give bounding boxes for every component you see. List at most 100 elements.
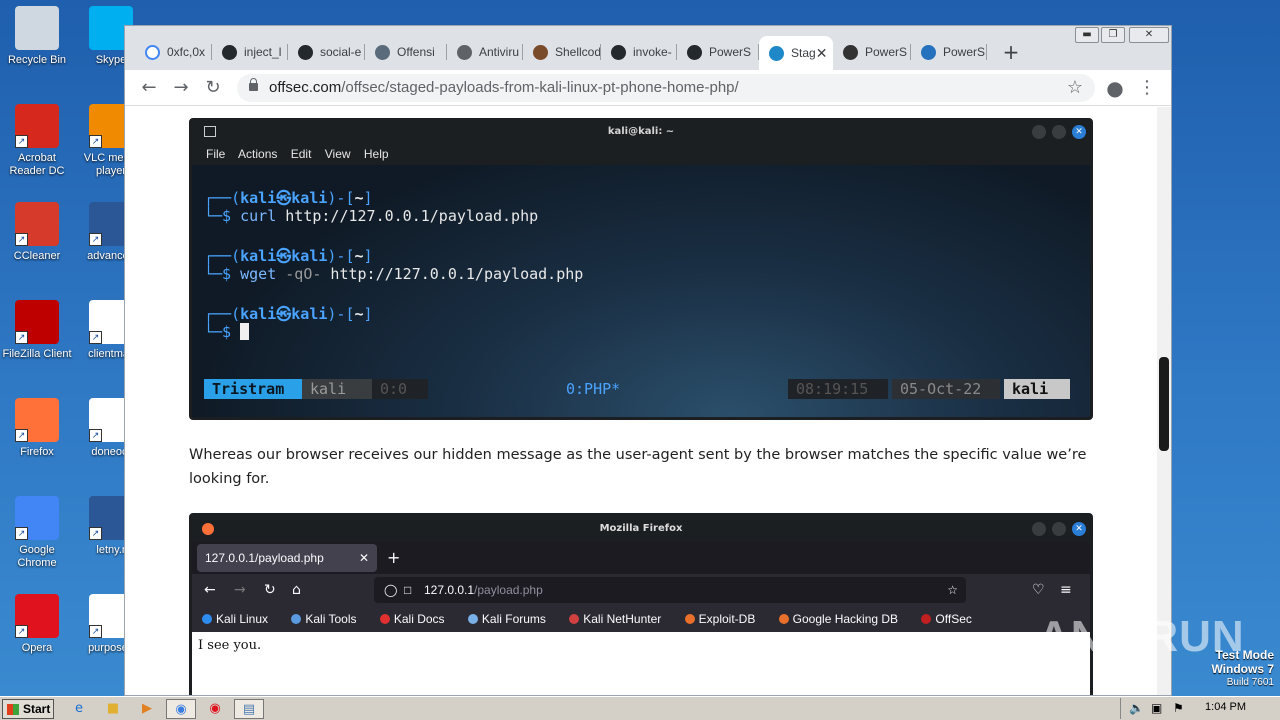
firefox-maximize-icon	[1052, 522, 1066, 536]
desktop-icon[interactable]: ↗ FileZilla Client	[0, 300, 74, 361]
chrome-icon: ↗	[15, 496, 59, 540]
browser-tab[interactable]: social-e	[288, 38, 365, 66]
browser-tab[interactable]: invoke-	[601, 38, 677, 66]
browser-tab[interactable]: inject_l	[212, 38, 288, 66]
terminal-screenshot: kali@kali: ~ ✕ File Actions Edit View He…	[189, 118, 1093, 420]
opera-taskbar-icon[interactable]: ◉	[204, 699, 226, 719]
desktop-icon[interactable]: ↗ CCleaner	[0, 202, 74, 263]
forward-icon[interactable]: →	[169, 76, 193, 100]
close-window-button[interactable]: ✕	[1129, 27, 1169, 43]
new-tab-button[interactable]: +	[999, 40, 1023, 64]
tab-label: 0xfc,0x	[167, 45, 206, 59]
clock: 1:04 PM	[1205, 701, 1246, 713]
github-icon	[298, 44, 313, 60]
bookmark-kali-forums: Kali Forums	[467, 612, 556, 626]
tab-close-icon: ✕	[358, 551, 369, 565]
volume-icon[interactable]: 🔈	[1129, 701, 1144, 715]
github-icon	[611, 44, 626, 60]
maximize-button[interactable]: ❐	[1101, 27, 1125, 43]
terminal-menubar: File Actions Edit View Help	[192, 143, 1090, 165]
status-host: kali	[1004, 379, 1070, 399]
firefox-icon: ↗	[15, 398, 59, 442]
terminal-cursor	[240, 323, 250, 340]
browser-tab[interactable]: Shellcod	[523, 38, 601, 66]
firefox-icon	[202, 523, 214, 535]
browser-tab[interactable]: 0xfc,0x	[135, 38, 212, 66]
firefox-title: Mozilla Firefox	[599, 523, 683, 534]
terminal-minimize-icon	[1032, 125, 1046, 139]
terminal-menu-actions: Actions	[238, 147, 278, 161]
google-icon	[145, 44, 160, 60]
desktop-icon-label: Firefox	[20, 446, 54, 458]
bookmark-star-icon[interactable]: ☆	[1063, 76, 1087, 100]
reload-icon[interactable]: ↻	[201, 76, 225, 100]
shortcut-arrow-icon: ↗	[15, 331, 28, 344]
firefox-home-icon: ⌂	[292, 582, 301, 598]
profile-icon[interactable]: ●	[1103, 76, 1127, 100]
command-line: └─$ wget -qO- http://127.0.0.1/payload.p…	[204, 265, 584, 283]
url-path: /offsec/staged-payloads-from-kali-linux-…	[341, 79, 739, 96]
desktop-icon[interactable]: ↗ Firefox	[0, 398, 74, 459]
browser-tab[interactable]: PowerS	[677, 38, 759, 66]
firefox-tab: 127.0.0.1/payload.php ✕	[197, 544, 377, 572]
page-scrollbar[interactable]	[1157, 107, 1171, 695]
shortcut-arrow-icon: ↗	[15, 429, 28, 442]
address-bar[interactable]: offsec.com/offsec/staged-payloads-from-k…	[237, 74, 1095, 102]
tab-label: PowerS	[943, 45, 986, 59]
shortcut-arrow-icon: ↗	[89, 625, 102, 638]
terminal-menu-file: File	[206, 147, 226, 161]
scroll-thumb[interactable]	[1159, 357, 1169, 451]
tab-label: PowerS	[865, 45, 908, 59]
firefox-back-icon: ←	[204, 582, 216, 598]
desktop-icon-label: Recycle Bin	[7, 54, 67, 66]
browser-tab[interactable]: Stag ✕	[759, 36, 833, 70]
page-text: I see you.	[198, 638, 262, 653]
filezilla-icon: ↗	[15, 300, 59, 344]
tab-label: Shellcod	[555, 45, 601, 59]
tab-label: invoke-	[633, 45, 672, 59]
tab-label: PowerS	[709, 45, 752, 59]
desktop-icon[interactable]: ↗ Acrobat Reader DC	[0, 104, 74, 178]
shortcut-arrow-icon: ↗	[89, 331, 102, 344]
prompt-line: ┌──(kali㉿kali)-[~]	[204, 305, 373, 323]
desktop-icon[interactable]: ↗ Google Chrome	[0, 496, 74, 570]
page-content: kali@kali: ~ ✕ File Actions Edit View He…	[125, 107, 1158, 695]
start-button[interactable]: Start	[2, 699, 54, 719]
terminal-titlebar: kali@kali: ~ ✕	[192, 121, 1090, 143]
flag-icon[interactable]: ⚑	[1173, 701, 1184, 715]
github-icon	[222, 44, 237, 60]
desktop-icon-label: Acrobat Reader DC	[9, 152, 65, 177]
notepad-icon[interactable]: ▤	[234, 699, 264, 719]
browser-tab[interactable]: Offensi	[365, 38, 447, 66]
shortcut-arrow-icon: ↗	[89, 429, 102, 442]
ie-icon[interactable]: e	[68, 699, 90, 719]
prompt-line: ┌──(kali㉿kali)-[~]	[204, 189, 373, 207]
firefox-address-bar: ◯ □ 127.0.0.1/payload.php ☆	[374, 577, 966, 603]
browser-tab[interactable]: PowerS	[833, 38, 911, 66]
menu-icon[interactable]: ⋮	[1135, 76, 1159, 100]
desktop-icon[interactable]: ↗ Opera	[0, 594, 74, 655]
bookmark-exploit-db: Exploit-DB	[684, 612, 766, 626]
shortcut-arrow-icon: ↗	[89, 135, 102, 148]
command-line: └─$	[204, 323, 250, 341]
explorer-icon[interactable]: ■	[102, 699, 124, 719]
tab-label: Stag	[791, 46, 816, 60]
minimize-button[interactable]: ▬	[1075, 27, 1099, 43]
network-icon[interactable]: ▣	[1151, 701, 1162, 715]
media-player-icon[interactable]: ▶	[136, 699, 158, 719]
ccleaner-icon: ↗	[15, 202, 59, 246]
tab-close-icon[interactable]: ✕	[816, 45, 828, 62]
firefox-navbar: ← → ↻ ⌂ ◯ □ 127.0.0.1/payload.php ☆ ♡ ≡	[192, 574, 1090, 606]
back-icon[interactable]: ←	[137, 76, 161, 100]
desktop-icon[interactable]: Recycle Bin	[0, 6, 74, 67]
chrome-taskbar-icon[interactable]: ◉	[166, 699, 196, 719]
tab-label: social-e	[320, 45, 362, 59]
bookmark-kali-docs: Kali Docs	[379, 612, 455, 626]
article-paragraph: Whereas our browser receives our hidden …	[189, 447, 1087, 487]
status-user: kali	[302, 379, 372, 399]
browser-tab[interactable]: PowerS	[911, 38, 987, 66]
browser-tab[interactable]: Antiviru	[447, 38, 523, 66]
offsec-icon	[769, 45, 784, 61]
status-pane: 0:PHP*	[566, 380, 621, 398]
desktop-icon-label: Opera	[21, 642, 53, 654]
